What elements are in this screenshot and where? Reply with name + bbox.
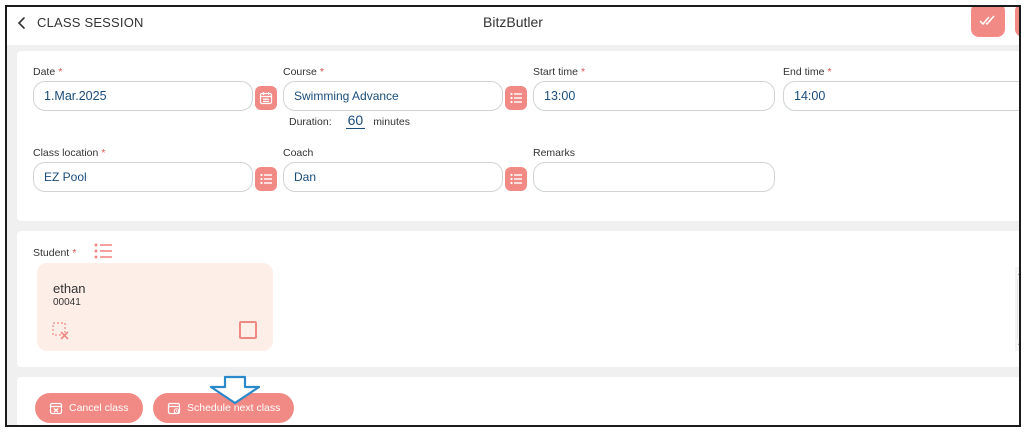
- start-time-field: Start time * 13:00: [533, 66, 775, 111]
- start-time-label: Start time: [533, 66, 578, 78]
- remarks-field: Remarks: [533, 147, 775, 192]
- list-icon: [260, 173, 272, 185]
- scroll-down-icon[interactable]: ▼: [1016, 341, 1019, 351]
- list-icon: [510, 92, 522, 104]
- more-action-button[interactable]: [1015, 7, 1019, 37]
- list-icon: [510, 173, 522, 185]
- location-label: Class location: [33, 147, 99, 159]
- calendar-cancel-icon: [49, 402, 63, 415]
- calendar-schedule-icon: [167, 402, 181, 415]
- student-scrollbar[interactable]: ▲ ▼: [1015, 267, 1019, 351]
- location-input[interactable]: EZ Pool: [33, 162, 253, 192]
- end-time-label: End time: [783, 66, 825, 78]
- hint-arrow-icon: [209, 375, 261, 405]
- coach-label: Coach: [283, 147, 314, 159]
- cancel-class-button[interactable]: Cancel class: [35, 393, 143, 423]
- student-label: Student: [33, 247, 70, 259]
- remarks-input[interactable]: [533, 162, 775, 192]
- coach-picker-button[interactable]: [505, 167, 527, 191]
- student-id: 00041: [53, 297, 81, 308]
- date-picker-button[interactable]: [255, 86, 277, 110]
- coach-field: Coach Dan: [283, 147, 503, 192]
- action-bar: Cancel class Schedule next class: [17, 377, 1019, 425]
- course-input[interactable]: Swimming Advance: [283, 81, 503, 111]
- end-time-input[interactable]: 14:00: [783, 81, 1019, 111]
- scroll-track[interactable]: [1017, 279, 1019, 339]
- duration-value[interactable]: 60: [345, 112, 366, 129]
- date-field: Date * 1.Mar.2025: [33, 66, 253, 111]
- student-card[interactable]: ethan 00041: [37, 263, 273, 351]
- confirm-button[interactable]: [971, 7, 1005, 37]
- course-field: Course * Swimming Advance: [283, 66, 503, 111]
- app-window: CLASS SESSION BitzButler Date * 1.Mar.202…: [5, 5, 1021, 427]
- location-picker-button[interactable]: [255, 167, 277, 191]
- calendar-icon: [259, 92, 273, 105]
- duration-unit: minutes: [373, 116, 410, 128]
- date-label: Date: [33, 66, 56, 78]
- location-field: Class location * EZ Pool: [33, 147, 253, 192]
- student-select-checkbox[interactable]: [239, 321, 257, 339]
- start-time-input[interactable]: 13:00: [533, 81, 775, 111]
- top-bar: CLASS SESSION BitzButler: [7, 7, 1019, 45]
- app-name: BitzButler: [483, 14, 543, 30]
- duration-label: Duration:: [289, 116, 332, 128]
- student-list-icon[interactable]: [93, 241, 113, 261]
- course-picker-button[interactable]: [505, 86, 527, 110]
- scroll-up-icon[interactable]: ▲: [1016, 267, 1019, 277]
- double-check-icon: [979, 15, 995, 26]
- cancel-class-label: Cancel class: [69, 402, 129, 414]
- remarks-label: Remarks: [533, 147, 576, 159]
- date-input[interactable]: 1.Mar.2025: [33, 81, 253, 111]
- student-section: Student* ethan 00041 ▲ ▼: [17, 231, 1019, 367]
- end-time-field: End time * 14:00: [783, 66, 1019, 111]
- coach-input[interactable]: Dan: [283, 162, 503, 192]
- session-form: Date * 1.Mar.2025 Course * Swimming Advanc…: [17, 51, 1019, 221]
- remove-student-icon[interactable]: [51, 321, 71, 341]
- duration-display: Duration: 60 minutes: [289, 112, 410, 129]
- course-label: Course: [283, 66, 317, 78]
- student-name: ethan: [53, 281, 86, 296]
